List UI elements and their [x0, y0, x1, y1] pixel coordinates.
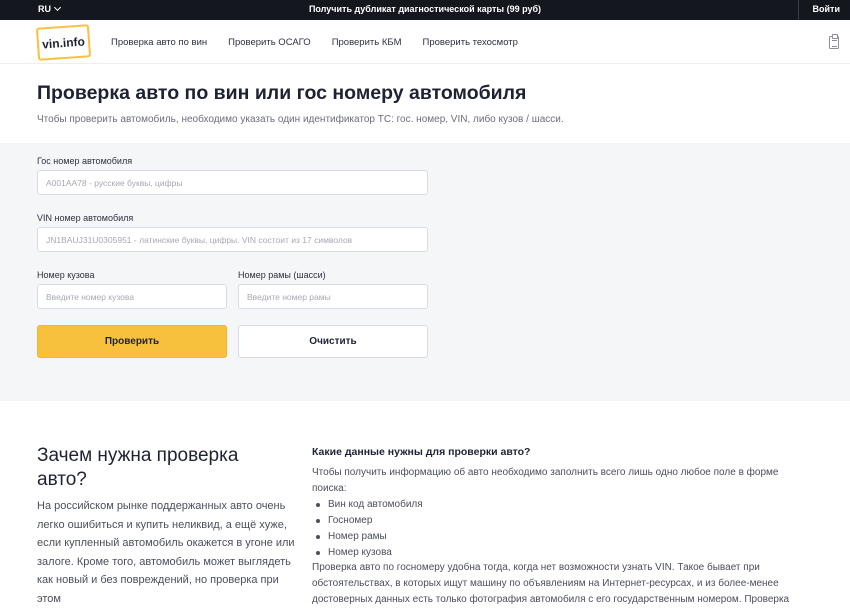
- top-bar: RU Получить дубликат диагностической кар…: [0, 0, 850, 20]
- body-number-input[interactable]: [37, 284, 227, 309]
- why-check-heading: Зачем нужна проверка авто?: [37, 445, 239, 490]
- gos-number-label: Гос номер автомобиля: [37, 156, 133, 166]
- page-title: Проверка авто по вин или гос номеру авто…: [37, 82, 527, 104]
- frame-number-label: Номер рамы (шасси): [238, 270, 326, 280]
- vin-input[interactable]: [37, 227, 428, 252]
- why-check-text: На российском рынке поддержанных авто оч…: [37, 500, 295, 605]
- nav-check-osago[interactable]: Проверить ОСАГО: [228, 37, 311, 48]
- clipboard-icon[interactable]: [829, 34, 839, 49]
- list-item: Номер рамы: [316, 529, 423, 545]
- nav-check-vin[interactable]: Проверка авто по вин: [111, 37, 207, 48]
- gos-number-input[interactable]: [37, 170, 428, 195]
- login-button[interactable]: Войти: [797, 0, 850, 20]
- body-number-label: Номер кузова: [37, 270, 95, 280]
- list-item: Госномер: [316, 513, 423, 529]
- page-subtitle: Чтобы проверить автомобиль, необходимо у…: [37, 114, 564, 125]
- frame-number-input[interactable]: [238, 284, 428, 309]
- required-data-list: Вин код автомобиля Госномер Номер рамы Н…: [316, 497, 423, 561]
- list-item: Вин код автомобиля: [316, 497, 423, 513]
- required-data-heading: Какие данные нужны для проверки авто?: [312, 446, 531, 458]
- list-item: Номер кузова: [316, 545, 423, 561]
- check-button[interactable]: Проверить: [37, 325, 227, 358]
- gos-number-check-text: Проверка авто по госномеру удобна тогда,…: [312, 562, 790, 605]
- promo-link[interactable]: Получить дубликат диагностической карты …: [0, 4, 850, 14]
- main-nav: Проверка авто по вин Проверить ОСАГО Про…: [111, 37, 518, 48]
- site-header: vin.info Проверка авто по вин Проверить …: [0, 20, 850, 64]
- required-data-text: Чтобы получить информацию об авто необхо…: [312, 467, 779, 494]
- site-logo[interactable]: vin.info: [35, 24, 92, 61]
- clear-button[interactable]: Очистить: [238, 325, 428, 358]
- vin-label: VIN номер автомобиля: [37, 213, 134, 223]
- nav-check-techinspection[interactable]: Проверить техосмотр: [423, 37, 518, 48]
- nav-check-kbm[interactable]: Проверить КБМ: [332, 37, 402, 48]
